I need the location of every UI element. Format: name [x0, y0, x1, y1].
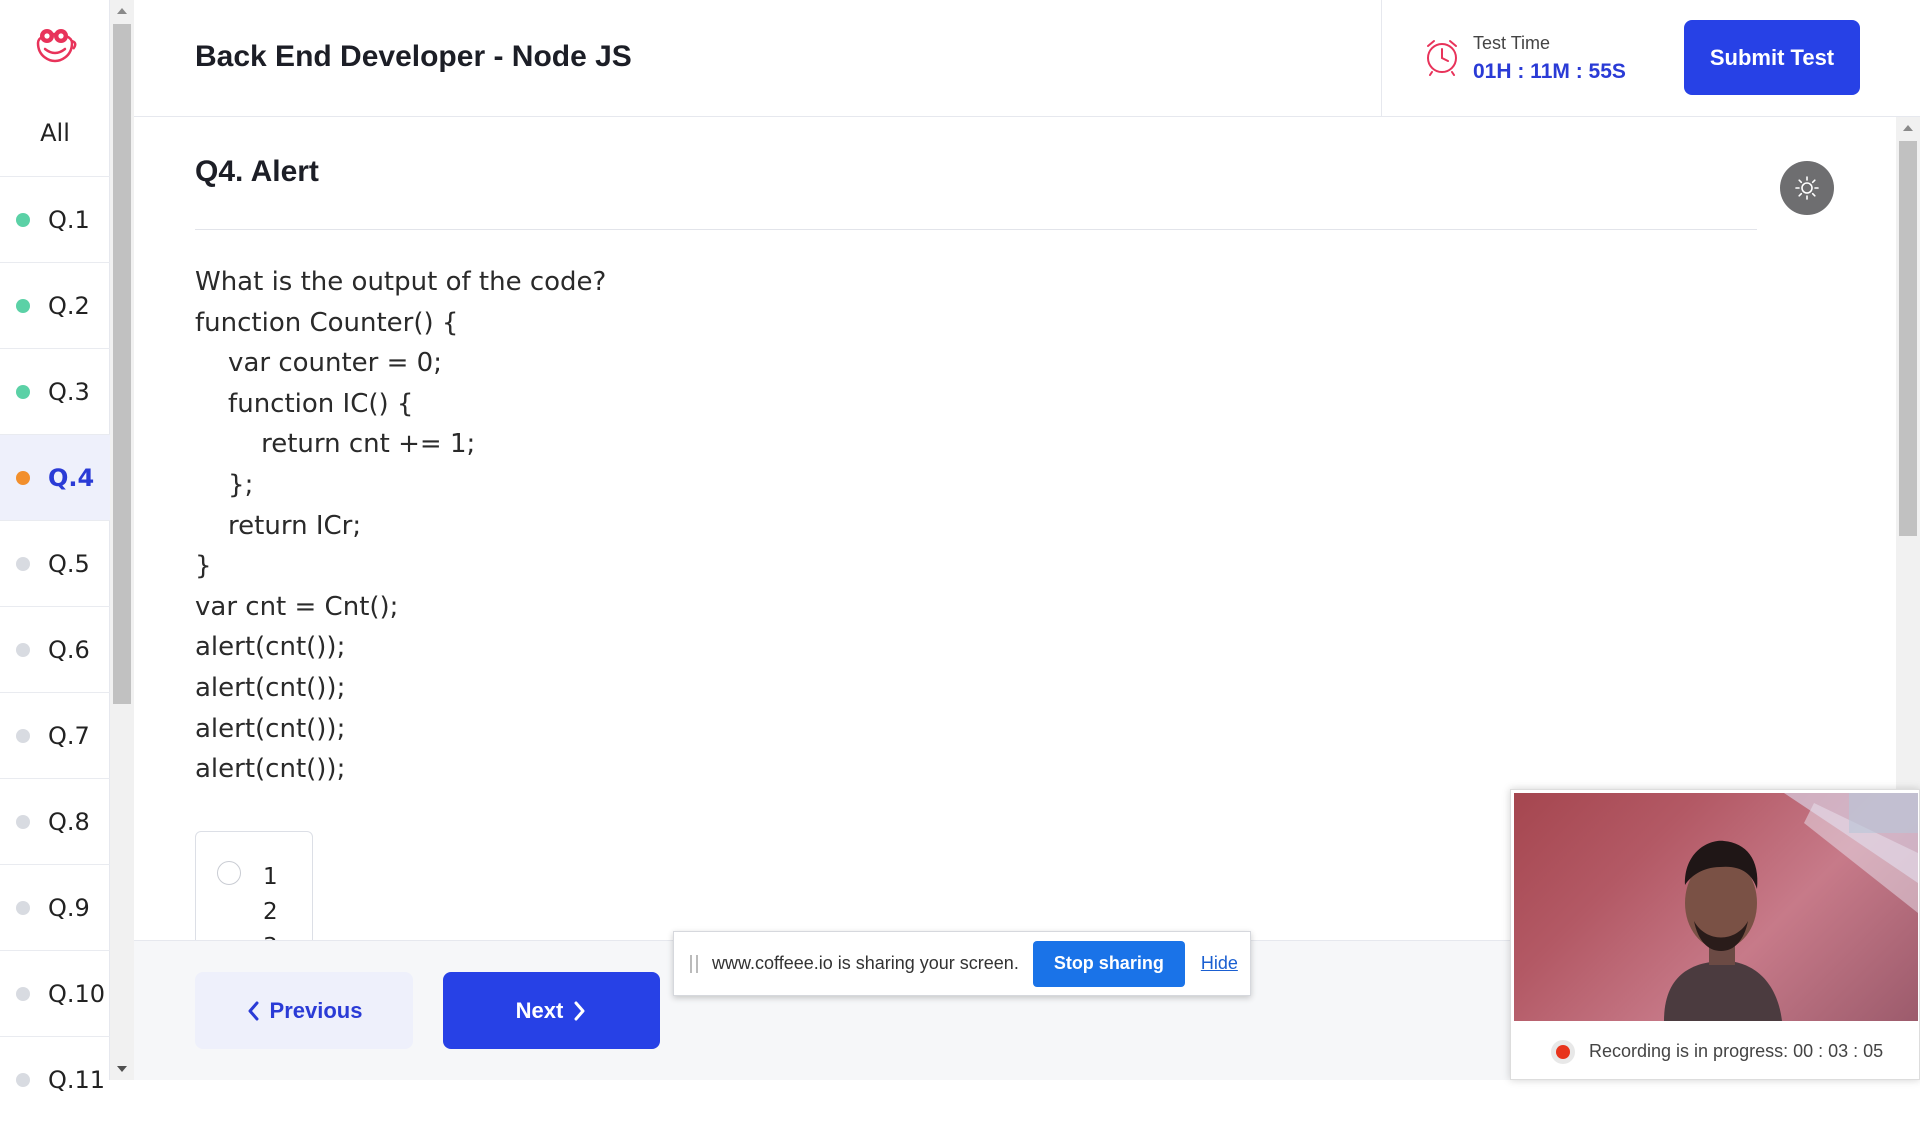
sidebar-item-label: Q.10	[48, 979, 106, 1008]
option-line: 2	[263, 899, 278, 925]
option-radio[interactable]	[217, 861, 241, 885]
question-body: What is the output of the code? function…	[195, 262, 606, 790]
code-line: alert(cnt());	[195, 713, 346, 744]
submit-test-button[interactable]: Submit Test	[1684, 20, 1860, 95]
sidebar-item-label: Q.4	[48, 463, 95, 492]
webcam-preview: Recording is in progress: 00 : 03 : 05	[1510, 789, 1920, 1080]
chevron-right-icon	[574, 1001, 585, 1020]
status-dot	[16, 728, 30, 743]
timer-value: 01H : 11M : 55S	[1473, 60, 1626, 83]
status-dot	[16, 212, 30, 227]
status-dot	[16, 814, 30, 829]
logo-icon[interactable]	[0, 0, 110, 90]
sidebar-item-label: Q.5	[48, 549, 90, 578]
option-line: 3	[263, 930, 278, 940]
code-line: function Counter() {	[195, 307, 459, 338]
previous-button[interactable]: Previous	[195, 972, 413, 1049]
record-icon	[1551, 1039, 1575, 1064]
status-dot	[16, 556, 30, 571]
page-title: Back End Developer - Node JS	[195, 40, 632, 73]
previous-label: Previous	[269, 997, 363, 1023]
theme-toggle-button[interactable]	[1780, 161, 1834, 215]
recording-status: Recording is in progress: 00 : 03 : 05	[1511, 1022, 1920, 1081]
sidebar-item-q7[interactable]: Q.7	[0, 692, 110, 778]
sidebar-item-label: Q.9	[48, 893, 90, 922]
question-prompt: What is the output of the code?	[195, 267, 607, 297]
scrollbar-thumb[interactable]	[1899, 141, 1917, 536]
sidebar-scrollbar[interactable]	[110, 0, 134, 1080]
code-line: alert(cnt());	[195, 672, 346, 703]
drag-handle[interactable]	[690, 954, 698, 973]
next-button[interactable]: Next	[443, 972, 660, 1049]
sidebar-item-label: Q.2	[48, 291, 90, 320]
sidebar-item-q3[interactable]: Q.3	[0, 348, 110, 434]
status-dot	[16, 470, 30, 485]
code-line: alert(cnt());	[195, 754, 346, 785]
recording-text: Recording is in progress: 00 : 03 : 05	[1589, 1041, 1884, 1061]
webcam-video	[1514, 793, 1918, 1021]
header: Back End Developer - Node JS Test Time 0…	[134, 0, 1920, 117]
status-dot	[16, 384, 30, 399]
sidebar-item-q1[interactable]: Q.1	[0, 176, 110, 262]
scroll-up-icon[interactable]	[1903, 125, 1913, 131]
sidebar-item-q6[interactable]: Q.6	[0, 606, 110, 692]
header-divider	[1381, 0, 1382, 117]
sidebar-item-label: Q.6	[48, 635, 90, 664]
stop-sharing-button[interactable]: Stop sharing	[1032, 940, 1185, 987]
status-dot	[16, 900, 30, 915]
sidebar-item-q8[interactable]: Q.8	[0, 778, 110, 864]
code-line: var cnt = Cnt();	[195, 591, 399, 622]
sidebar-item-q9[interactable]: Q.9	[0, 864, 110, 950]
sidebar-item-all[interactable]: All	[0, 90, 110, 176]
scroll-down-icon[interactable]	[117, 1066, 127, 1072]
sidebar-item-q4[interactable]: Q.4	[0, 434, 110, 520]
code-line: };	[195, 469, 254, 500]
timer-label: Test Time	[1473, 33, 1551, 53]
status-dot	[16, 642, 30, 657]
answer-option[interactable]: 1 2 3	[195, 831, 313, 940]
sidebar-item-label: Q.3	[48, 377, 90, 406]
option-line: 1	[263, 864, 278, 890]
chevron-left-icon	[248, 1001, 259, 1020]
sidebar-item-label: Q.7	[48, 721, 90, 750]
next-label: Next	[515, 997, 564, 1023]
hide-link[interactable]: Hide	[1201, 953, 1238, 974]
code-line: }	[195, 551, 212, 582]
code-line: function IC() {	[195, 388, 414, 419]
status-dot	[16, 986, 30, 1001]
title-divider	[195, 229, 1757, 230]
status-dot	[16, 298, 30, 313]
sidebar-item-q10[interactable]: Q.10	[0, 950, 110, 1036]
clock-icon	[1424, 38, 1460, 81]
sidebar-item-q5[interactable]: Q.5	[0, 520, 110, 606]
sun-icon	[1795, 176, 1819, 200]
scroll-up-icon[interactable]	[117, 8, 127, 14]
sidebar-item-label: Q.8	[48, 807, 90, 836]
option-text: 1 2 3	[263, 860, 278, 940]
question-title: Q4. Alert	[195, 155, 319, 188]
question-list: All Q.1 Q.2 Q.3 Q.4 Q.5 Q.6 Q.7 Q.8 Q.9 …	[0, 90, 110, 1122]
share-text: www.coffeee.io is sharing your screen.	[712, 953, 1019, 973]
question-sidebar: All Q.1 Q.2 Q.3 Q.4 Q.5 Q.6 Q.7 Q.8 Q.9 …	[0, 0, 110, 1094]
code-line: var counter = 0;	[195, 348, 442, 379]
sidebar-item-label: Q.1	[48, 205, 90, 234]
sidebar-item-q2[interactable]: Q.2	[0, 262, 110, 348]
code-line: alert(cnt());	[195, 632, 346, 663]
scrollbar-thumb[interactable]	[113, 24, 131, 704]
code-line: return ICr;	[195, 510, 362, 541]
code-line: return cnt += 1;	[195, 429, 476, 460]
sidebar-item-q11[interactable]: Q.11	[0, 1036, 110, 1122]
screen-share-bar: www.coffeee.io is sharing your screen. S…	[673, 931, 1251, 996]
